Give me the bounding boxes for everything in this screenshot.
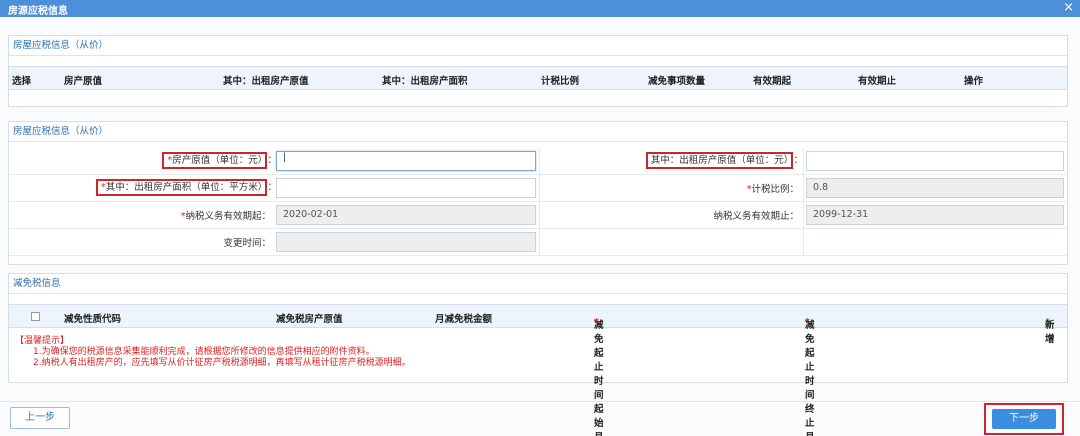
tax-ratio-input[interactable]: 0.8: [806, 178, 1064, 198]
column-monthly-relief: 月减免税金额: [435, 314, 493, 325]
footer-divider: [0, 401, 1080, 402]
panel-title: 房屋应税信息（从价）: [9, 122, 1067, 142]
divider: [539, 202, 540, 228]
dialog-title: 房源应税信息: [8, 6, 68, 17]
form-row-3: *纳税义务有效期起： 2020-02-01 纳税义务有效期止： 2099-12-…: [9, 202, 1067, 229]
start-date-label: *纳税义务有效期起：: [180, 211, 271, 222]
form-row-1: *房产原值（单位：元）： | 其中：出租房产原值（单位：元）：: [9, 148, 1067, 175]
form-row-2: *其中：出租房产面积（单位：平方米）： *计税比例： 0.8: [9, 175, 1067, 202]
rent-area-label: *其中：出租房产面积（单位：平方米）：: [95, 179, 277, 196]
divider: [539, 175, 540, 201]
divider: [539, 148, 540, 174]
start-date-input[interactable]: 2020-02-01: [276, 205, 536, 225]
change-time-input[interactable]: [276, 232, 536, 252]
close-icon[interactable]: ×: [1063, 0, 1074, 16]
tips-title: 【温馨提示】: [15, 336, 70, 346]
rent-value-input[interactable]: [806, 151, 1064, 171]
tip-2: 2.纳税人有出租房产的，应先填写从价计征房产税税源明细，再填写从租计征房产税税源…: [33, 358, 411, 368]
divider: [803, 229, 804, 255]
column-valid-to: 有效期止: [858, 76, 897, 87]
column-relief-count: 减免事项数量: [648, 76, 706, 87]
next-step-button[interactable]: 下一步: [992, 409, 1056, 429]
column-tax-ratio: 计税比例: [541, 76, 580, 87]
next-step-highlight: 下一步: [984, 403, 1064, 435]
rent-value-label-box: 其中：出租房产原值（单位：元）: [645, 152, 794, 169]
column-valid-from: 有效期起: [753, 76, 792, 87]
column-rent-area: 其中：出租房产面积: [382, 76, 468, 87]
original-value-label-box: *房产原值（单位：元）: [162, 152, 268, 169]
divider: [803, 148, 804, 174]
form-row-4: 变更时间：: [9, 229, 1067, 256]
panel-title: 房屋应税信息（从价）: [9, 36, 1067, 56]
previous-step-button[interactable]: 上一步: [10, 407, 70, 429]
tax-ratio-label: *计税比例：: [746, 184, 799, 195]
column-relief-code: 减免性质代码: [64, 314, 122, 325]
end-date-input[interactable]: 2099-12-31: [806, 205, 1064, 225]
change-time-label: 变更时间：: [223, 238, 271, 249]
divider: [803, 175, 804, 201]
tip-1: 1.为确保您的税源信息采集能顺利完成，请根据您所修改的信息提供相应的附件资料。: [33, 347, 375, 357]
rent-area-label-box: *其中：出租房产面积（单位：平方米）: [95, 179, 268, 196]
original-value-label: *房产原值（单位：元）：: [162, 152, 277, 169]
divider: [539, 229, 540, 255]
panel-tax-relief: 减免税信息 减免性质代码 减免税房产原值 月减免税金额 *减免起止时间起始月份 …: [8, 273, 1068, 436]
column-relief-property-value: 减免税房产原值: [276, 314, 343, 325]
divider: [803, 202, 804, 228]
panel-housing-tax-info-grid: 房屋应税信息（从价） 选择 房产原值 其中：出租房产原值 其中：出租房产面积 计…: [8, 35, 1068, 107]
relief-grid-header: 减免性质代码 减免税房产原值 月减免税金额 *减免起止时间起始月份 *减免起止时…: [9, 304, 1067, 436]
original-value-input[interactable]: |: [276, 151, 536, 171]
column-rent-value: 其中：出租房产原值: [223, 76, 309, 87]
select-all-checkbox[interactable]: [31, 312, 40, 321]
column-select: 选择: [12, 76, 32, 87]
rent-value-label: 其中：出租房产原值（单位：元）：: [645, 152, 803, 169]
column-original-value: 房产原值: [64, 76, 103, 87]
end-date-label: 纳税义务有效期止：: [713, 211, 799, 222]
dialog-body: 房屋应税信息（从价） 选择 房产原值 其中：出租房产原值 其中：出租房产面积 计…: [0, 17, 1080, 436]
rent-area-input[interactable]: [276, 178, 536, 198]
dialog-titlebar: 房源应税信息 ×: [0, 0, 1080, 17]
panel-title: 减免税信息: [9, 274, 1067, 294]
warm-tips: 【温馨提示】 1.为确保您的税源信息采集能顺利完成，请根据您所修改的信息提供相应…: [15, 336, 411, 369]
panel-housing-tax-form: 房屋应税信息（从价） *房产原值（单位：元）： | 其中：出租房产原值（单位：元…: [8, 121, 1068, 265]
column-actions: 操作: [964, 76, 984, 87]
grid-header: 选择 房产原值 其中：出租房产原值 其中：出租房产面积 计税比例 减免事项数量 …: [9, 66, 1067, 90]
